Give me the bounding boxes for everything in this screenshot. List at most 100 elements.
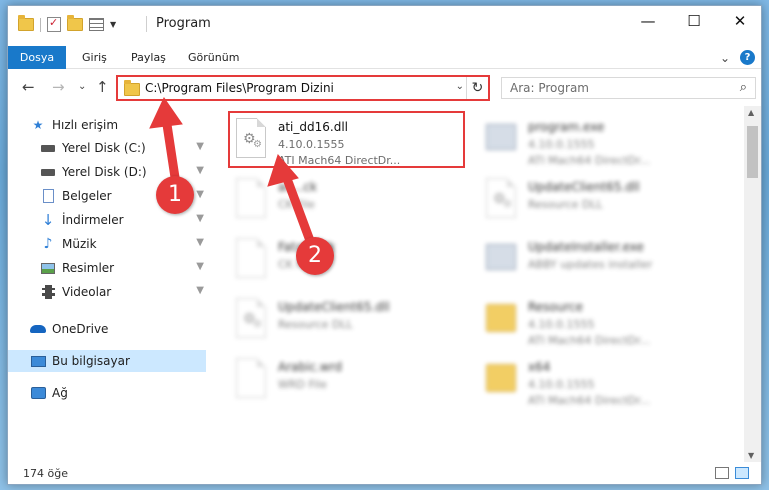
customize-toolbar-chevron-icon[interactable]: ▼ [110, 20, 116, 29]
address-path[interactable]: C:\Program Files\Program Dizini [145, 81, 334, 95]
close-button[interactable]: ✕ [717, 6, 761, 36]
file-type: WRD File [278, 378, 327, 391]
title-bar: ▼ Program — ☐ ✕ [8, 6, 761, 41]
sidebar-item-music[interactable]: ♪ Müzik ▼ [8, 233, 206, 255]
pin-icon: ▼ [196, 237, 204, 248]
pin-icon: ▼ [196, 285, 204, 296]
help-icon[interactable]: ? [740, 50, 755, 65]
file-type: CK File [278, 198, 315, 211]
file-type: Resource DLL [528, 198, 603, 211]
status-bar: 174 öğe [8, 462, 761, 484]
file-item[interactable]: ⚙ ⚙ UpdateClient65.dll Resource DLL [230, 296, 470, 354]
address-dropdown-chevron-icon[interactable]: ⌄ [456, 81, 464, 92]
search-input[interactable]: Ara: Program ⌕ [501, 77, 756, 99]
file-name: x64 [528, 360, 551, 374]
cloud-icon [30, 321, 46, 337]
pin-icon: ▼ [196, 141, 204, 152]
maximize-button[interactable]: ☐ [671, 6, 717, 36]
star-icon: ★ [32, 118, 44, 132]
videos-icon [40, 284, 56, 300]
navigation-pane: ★ Hızlı erişim Yerel Disk (C:) ▼ Yerel D… [8, 106, 206, 454]
navigation-bar: ← → ⌄ ↑ C:\Program Files\Program Dizini … [8, 70, 761, 104]
file-item[interactable]: ⚙ ⚙ UpdateClient65.dll Resource DLL [480, 176, 720, 234]
file-version: 4.10.0.1555 [528, 318, 595, 331]
sidebar-item-pictures[interactable]: Resimler ▼ [8, 257, 206, 279]
file-highlight-box [228, 111, 465, 168]
large-icons-view-icon[interactable] [735, 467, 749, 479]
file-icon [230, 356, 274, 408]
item-count: 174 öğe [23, 467, 68, 480]
sidebar-item-disk-c[interactable]: Yerel Disk (C:) ▼ [8, 137, 206, 159]
folder-icon [480, 296, 524, 348]
title-divider [146, 16, 147, 32]
file-name: Arabic.wrd [278, 360, 343, 374]
scroll-up-icon[interactable]: ▲ [748, 108, 754, 117]
file-description: ATI Mach64 DirectDr... [528, 394, 651, 407]
sidebar-item-label: Ağ [52, 386, 68, 400]
computer-icon [30, 353, 46, 369]
folder-icon [480, 356, 524, 408]
downloads-icon: ↓ [41, 211, 55, 229]
window-title: Program [156, 16, 211, 31]
file-item[interactable]: Arabic.wrd WRD File [230, 356, 470, 414]
refresh-button[interactable]: ↻ [466, 77, 488, 99]
file-name: UpdateClient65.dll [278, 300, 390, 314]
file-name: UpdateInstaller.exe [528, 240, 644, 254]
minimize-button[interactable]: — [625, 6, 671, 36]
documents-icon [40, 188, 56, 204]
sidebar-item-this-pc[interactable]: Bu bilgisayar [8, 350, 206, 372]
network-icon [30, 385, 46, 401]
tab-home[interactable]: Giriş [82, 46, 107, 69]
sidebar-item-label: Bu bilgisayar [52, 354, 130, 368]
scroll-down-icon[interactable]: ▼ [748, 451, 754, 460]
back-button[interactable]: ← [22, 78, 35, 96]
folder-item[interactable]: x64 4.10.0.1555 ATI Mach64 DirectDr... [480, 356, 720, 414]
up-button[interactable]: ↑ [96, 78, 109, 96]
expand-ribbon-chevron-icon[interactable]: ⌄ [720, 51, 730, 65]
sidebar-item-videos[interactable]: Videolar ▼ [8, 281, 206, 303]
file-version: 4.10.0.1555 [528, 138, 595, 151]
file-item-program-exe[interactable]: program.exe 4.10.0.1555 ATI Mach64 Direc… [480, 116, 720, 174]
file-name: ac...ck [278, 180, 317, 194]
vertical-scrollbar[interactable]: ▲ ▼ [744, 106, 761, 462]
ribbon-controls: ⌄ ? [720, 50, 755, 65]
pin-icon: ▼ [196, 213, 204, 224]
drive-icon [40, 164, 56, 180]
explorer-window: ▼ Program — ☐ ✕ Dosya Giriş Paylaş Görün… [7, 5, 762, 485]
file-type: Resource DLL [278, 318, 353, 331]
tab-view[interactable]: Görünüm [188, 46, 239, 69]
file-name: Resource [528, 300, 584, 314]
sidebar-item-onedrive[interactable]: OneDrive [8, 318, 206, 340]
pictures-icon [40, 260, 56, 276]
file-icon [230, 176, 274, 228]
sidebar-item-network[interactable]: Ağ [8, 382, 206, 404]
details-view-icon[interactable] [715, 467, 729, 479]
file-item[interactable]: UpdateInstaller.exe ABBY updates install… [480, 236, 720, 294]
search-placeholder: Ara: Program [510, 81, 589, 95]
pin-icon: ▼ [196, 189, 204, 200]
tab-share[interactable]: Paylaş [131, 46, 166, 69]
file-item[interactable]: ac...ck CK File [230, 176, 470, 234]
callout-1: 1 [156, 176, 194, 214]
file-description: ABBY updates installer [528, 258, 653, 271]
sidebar-item-quick-access[interactable]: ★ Hızlı erişim [8, 114, 206, 136]
pin-icon: ▼ [196, 165, 204, 176]
view-switcher [715, 467, 749, 479]
file-description: ATI Mach64 DirectDr... [528, 334, 651, 347]
quick-access-toolbar: ▼ [18, 15, 116, 32]
file-version: 4.10.0.1555 [528, 378, 595, 391]
tab-file[interactable]: Dosya [8, 46, 66, 69]
recent-locations-button[interactable]: ⌄ [78, 81, 86, 92]
view-options-icon[interactable] [89, 18, 104, 31]
properties-icon[interactable] [47, 16, 61, 32]
folder-item[interactable]: Resource 4.10.0.1555 ATI Mach64 DirectDr… [480, 296, 720, 354]
scrollbar-thumb[interactable] [747, 126, 758, 178]
dll-file-icon: ⚙ ⚙ [230, 296, 274, 348]
sidebar-item-label: Yerel Disk (C:) [62, 141, 146, 155]
exe-file-icon [480, 236, 524, 288]
file-item[interactable]: Fatal....ck CK File [230, 236, 470, 294]
address-bar[interactable]: C:\Program Files\Program Dizini ⌄ ↻ [116, 75, 490, 101]
file-description: ATI Mach64 DirectDr... [528, 154, 651, 167]
forward-button[interactable]: → [52, 78, 65, 96]
new-folder-icon[interactable] [67, 15, 83, 31]
